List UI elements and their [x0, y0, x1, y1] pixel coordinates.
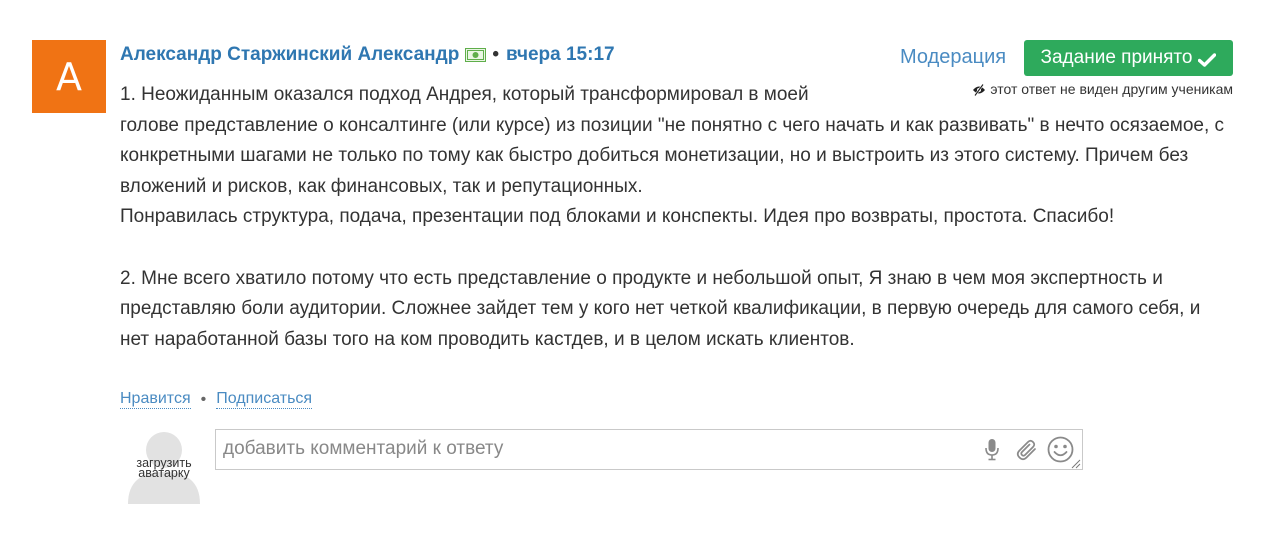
microphone-icon[interactable]	[984, 438, 1000, 467]
paperclip-icon[interactable]	[1015, 438, 1039, 467]
money-icon	[465, 48, 487, 62]
resize-handle-icon[interactable]	[1069, 456, 1081, 469]
author-avatar[interactable]: А	[32, 40, 106, 113]
moderation-link[interactable]: Модерация	[900, 46, 1006, 69]
task-accepted-button[interactable]: Задание принято	[1024, 40, 1233, 76]
upload-avatar-caption: загрузить аватарку	[126, 457, 202, 480]
answer-header: Александр Старжинский Александр • вчера …	[120, 43, 615, 67]
answer-paragraph: голове представление о консалтинге (или …	[120, 114, 1225, 197]
upload-avatar[interactable]: загрузить аватарку	[126, 430, 202, 504]
answer-actions: Нравится • Подписаться	[120, 390, 313, 409]
actions-separator: •	[200, 390, 207, 408]
comment-box	[215, 429, 1083, 470]
header-separator: •	[492, 44, 499, 65]
author-name[interactable]: Александр Старжинский Александр	[120, 44, 459, 66]
answer-paragraph: Понравилась структура, подача, презентац…	[120, 206, 1115, 227]
like-link[interactable]: Нравится	[120, 390, 191, 409]
check-icon	[1198, 51, 1217, 67]
subscribe-link[interactable]: Подписаться	[216, 390, 313, 409]
answer-paragraph: 2. Мне всего хватило потому что есть пре…	[120, 267, 1201, 350]
task-accepted-label: Задание принято	[1040, 47, 1193, 68]
answer-body: 1. Неожиданным оказался подход Андрея, к…	[120, 80, 1230, 355]
comment-input[interactable]	[223, 438, 963, 460]
answer-time[interactable]: вчера 15:17	[506, 44, 615, 66]
answer-paragraph: 1. Неожиданным оказался подход Андрея, к…	[120, 84, 809, 105]
